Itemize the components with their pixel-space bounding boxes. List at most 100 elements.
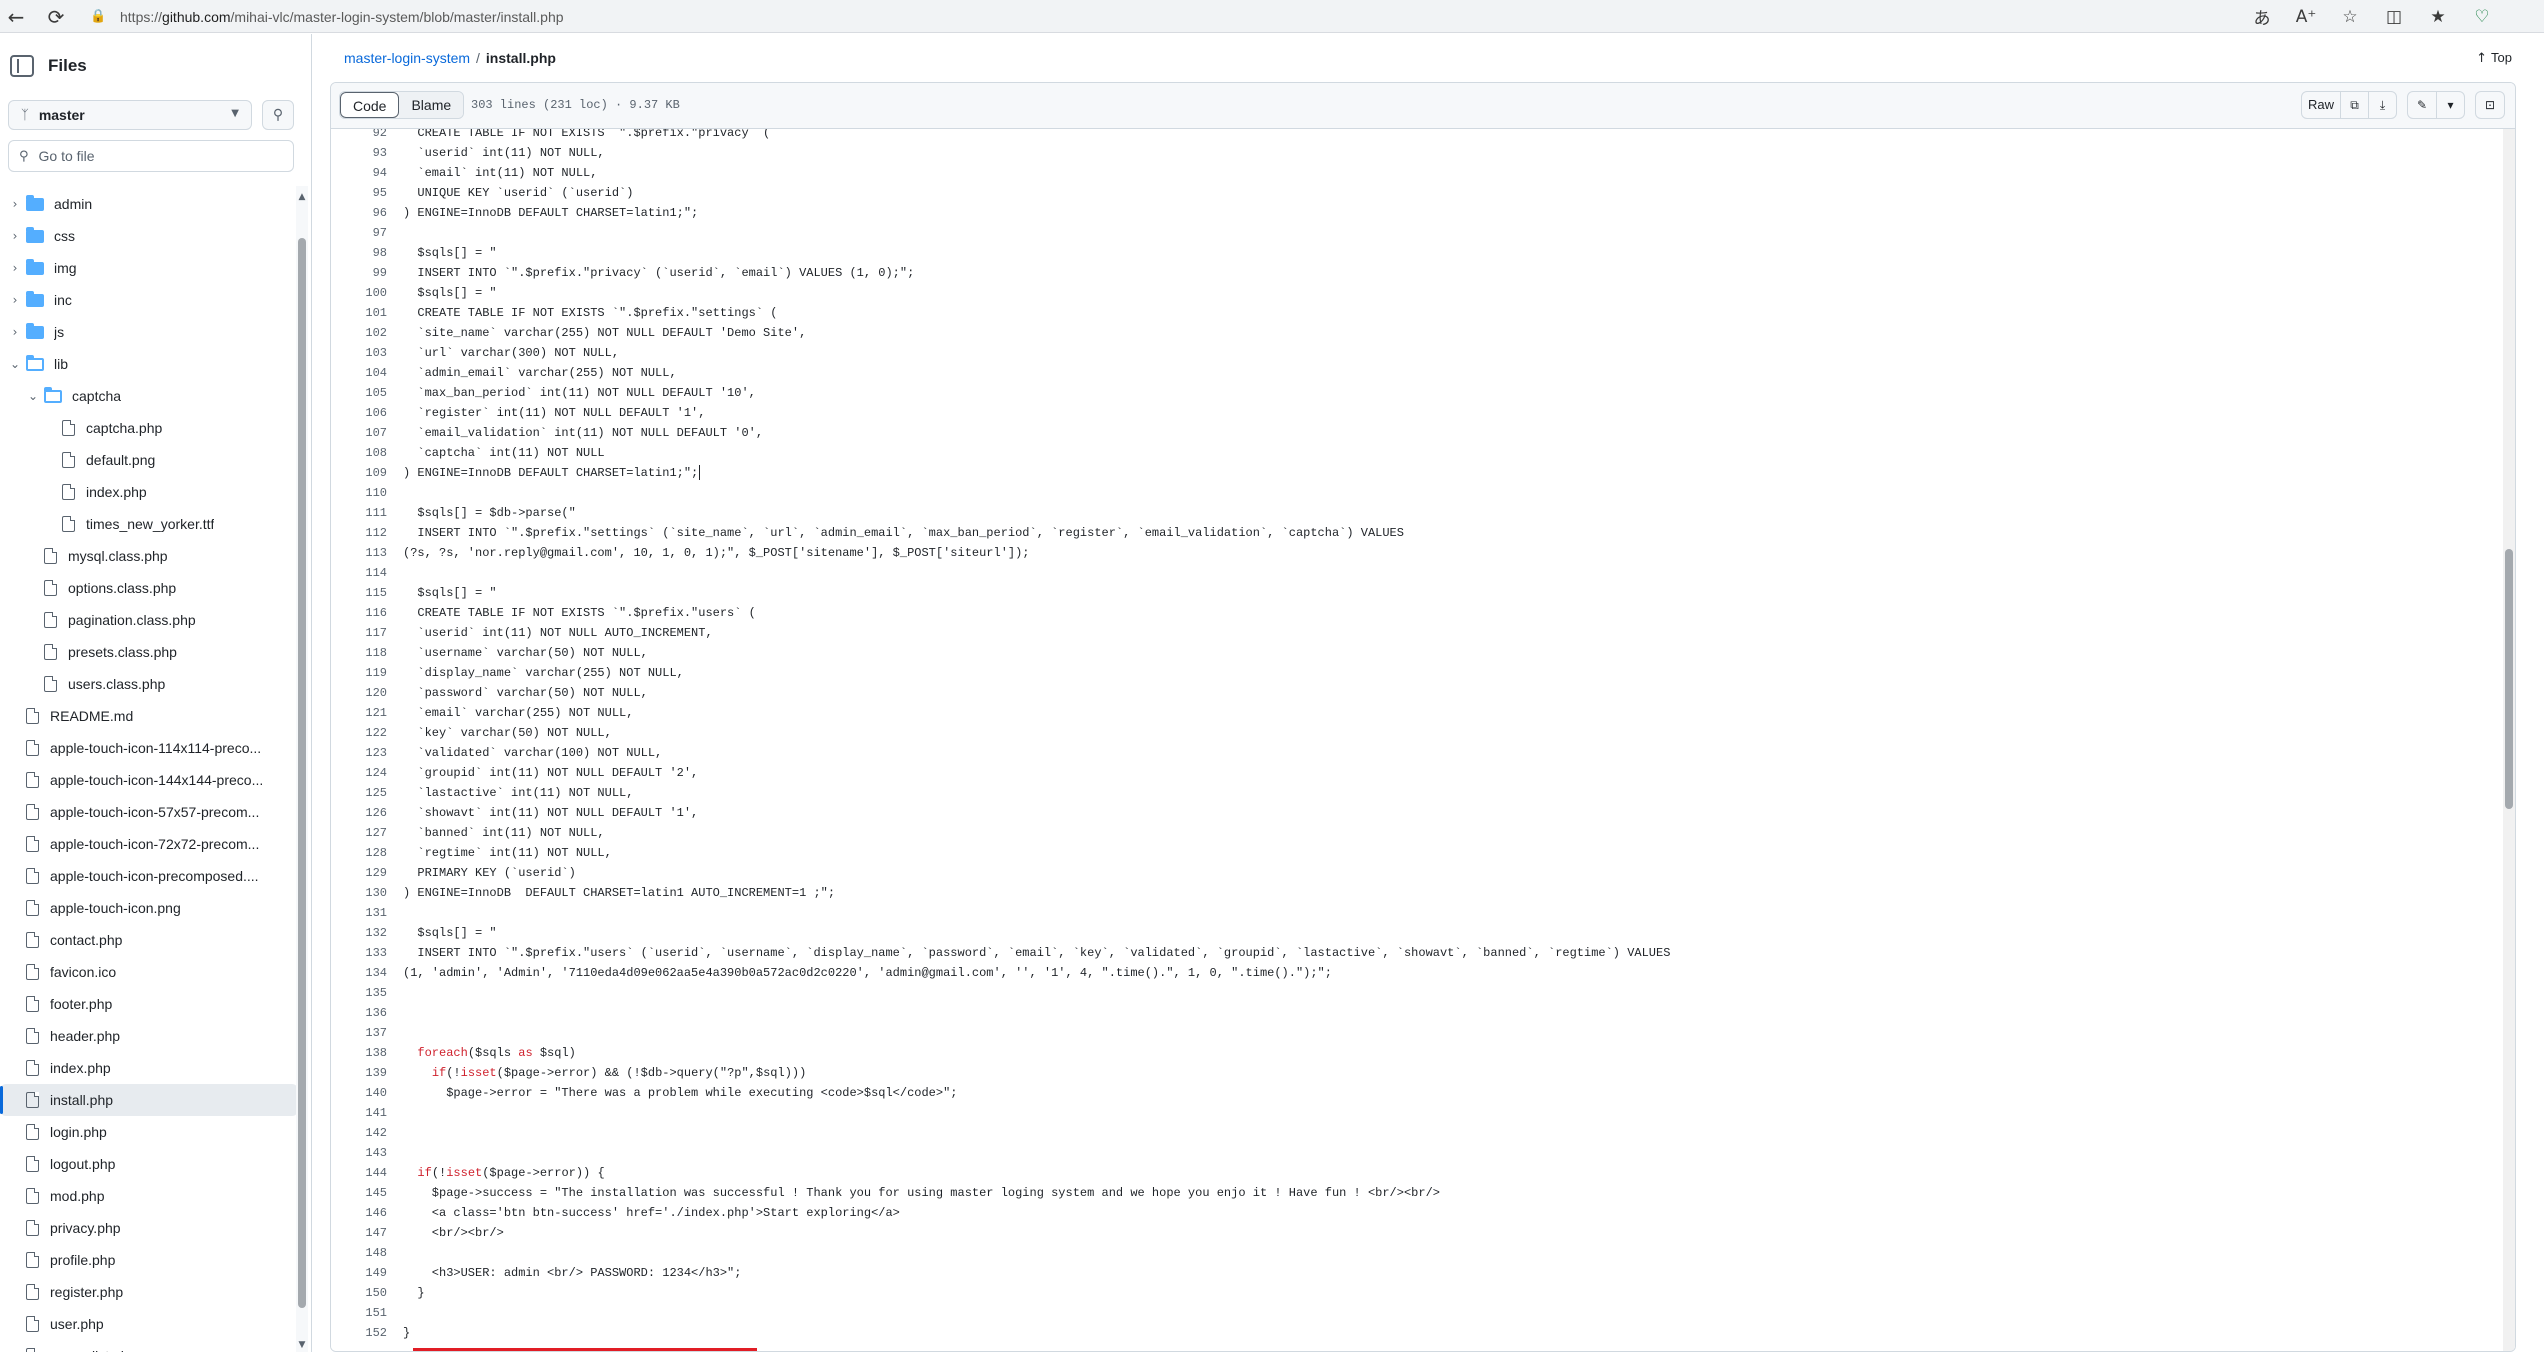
back-icon[interactable]: ← [0, 0, 32, 33]
line-number[interactable]: 100 [331, 283, 387, 303]
chevron-down-icon[interactable]: ⌄ [26, 389, 40, 403]
tree-folder[interactable]: › img [0, 252, 298, 284]
line-number[interactable]: 102 [331, 323, 387, 343]
code-scroll-thumb[interactable] [2505, 549, 2513, 809]
line-number[interactable]: 125 [331, 783, 387, 803]
tree-file[interactable]: mod.php [0, 1180, 298, 1212]
chevron-right-icon[interactable]: › [8, 197, 22, 211]
line-number[interactable]: 112 [331, 523, 387, 543]
scroll-up-icon[interactable]: ▲ [296, 192, 308, 202]
line-number[interactable]: 138 [331, 1043, 387, 1063]
line-number[interactable]: 106 [331, 403, 387, 423]
tree-folder[interactable]: › inc [0, 284, 298, 316]
line-number[interactable]: 104 [331, 363, 387, 383]
tree-file[interactable]: install.php [0, 1084, 298, 1116]
tree-file[interactable]: README.md [0, 700, 298, 732]
tree-folder[interactable]: › js [0, 316, 298, 348]
tree-file[interactable]: mysql.class.php [0, 540, 298, 572]
tree-file[interactable]: apple-touch-icon-114x114-preco... [0, 732, 298, 764]
back-to-top-link[interactable]: ↑ Top [2476, 50, 2512, 66]
tree-file[interactable]: apple-touch-icon-precomposed.... [0, 860, 298, 892]
line-number[interactable]: 111 [331, 503, 387, 523]
tree-file[interactable]: captcha.php [0, 412, 298, 444]
line-number[interactable]: 107 [331, 423, 387, 443]
line-number[interactable]: 120 [331, 683, 387, 703]
line-number[interactable]: 96 [331, 203, 387, 223]
line-number[interactable]: 128 [331, 843, 387, 863]
browser-essentials-icon[interactable]: ♡ [2460, 7, 2504, 27]
address-bar[interactable]: 🔒 https://github.com/mihai-vlc/master-lo… [90, 4, 2220, 29]
line-number[interactable]: 150 [331, 1283, 387, 1303]
tree-folder[interactable]: › css [0, 220, 298, 252]
tree-file[interactable]: default.png [0, 444, 298, 476]
line-number[interactable]: 126 [331, 803, 387, 823]
line-number[interactable]: 122 [331, 723, 387, 743]
line-number[interactable]: 148 [331, 1243, 387, 1263]
tree-file[interactable]: logout.php [0, 1148, 298, 1180]
copy-icon[interactable]: ⧉ [2340, 92, 2368, 118]
line-number[interactable]: 99 [331, 263, 387, 283]
tree-file[interactable]: login.php [0, 1116, 298, 1148]
tree-folder[interactable]: ⌄ lib [0, 348, 298, 380]
code-body[interactable]: 92 CREATE TABLE IF NOT EXISTS `".$prefix… [331, 129, 2515, 1351]
line-number[interactable]: 101 [331, 303, 387, 323]
reload-icon[interactable]: ⟳ [40, 0, 72, 33]
line-number[interactable]: 113 [331, 543, 387, 563]
chevron-down-icon[interactable]: ⌄ [8, 357, 22, 371]
line-number[interactable]: 123 [331, 743, 387, 763]
tree-file[interactable]: times_new_yorker.ttf [0, 508, 298, 540]
tree-file[interactable]: users_list.php [0, 1340, 298, 1352]
line-number[interactable]: 147 [331, 1223, 387, 1243]
sidebar-scrollbar[interactable]: ▲ ▼ [296, 186, 308, 1352]
line-number[interactable]: 117 [331, 623, 387, 643]
line-number[interactable]: 135 [331, 983, 387, 1003]
sidebar-scroll-thumb[interactable] [298, 238, 306, 1308]
translate-icon[interactable]: あ [2240, 4, 2284, 29]
tree-file[interactable]: header.php [0, 1020, 298, 1052]
line-number[interactable]: 129 [331, 863, 387, 883]
line-number[interactable]: 121 [331, 703, 387, 723]
line-number[interactable]: 114 [331, 563, 387, 583]
line-number[interactable]: 139 [331, 1063, 387, 1083]
tree-file[interactable]: index.php [0, 1052, 298, 1084]
line-number[interactable]: 132 [331, 923, 387, 943]
tree-file[interactable]: apple-touch-icon-57x57-precom... [0, 796, 298, 828]
raw-button[interactable]: Raw [2302, 92, 2340, 118]
line-number[interactable]: 103 [331, 343, 387, 363]
tree-file[interactable]: profile.php [0, 1244, 298, 1276]
tree-folder[interactable]: › admin [0, 188, 298, 220]
tree-file[interactable]: privacy.php [0, 1212, 298, 1244]
tree-file[interactable]: apple-touch-icon-72x72-precom... [0, 828, 298, 860]
line-number[interactable]: 110 [331, 483, 387, 503]
tree-file[interactable]: presets.class.php [0, 636, 298, 668]
edit-dropdown-icon[interactable]: ▾ [2436, 92, 2464, 118]
tree-file[interactable]: apple-touch-icon.png [0, 892, 298, 924]
line-number[interactable]: 145 [331, 1183, 387, 1203]
collapse-panel-icon[interactable] [10, 55, 34, 77]
line-number[interactable]: 127 [331, 823, 387, 843]
line-number[interactable]: 97 [331, 223, 387, 243]
line-number[interactable]: 108 [331, 443, 387, 463]
chevron-right-icon[interactable]: › [8, 261, 22, 275]
split-screen-icon[interactable]: ◫ [2372, 7, 2416, 27]
download-icon[interactable]: ⤓ [2368, 92, 2396, 118]
search-files-button[interactable]: ⚲ [262, 100, 294, 130]
line-number[interactable]: 141 [331, 1103, 387, 1123]
line-number[interactable]: 115 [331, 583, 387, 603]
tree-file[interactable]: apple-touch-icon-144x144-preco... [0, 764, 298, 796]
tree-file[interactable]: pagination.class.php [0, 604, 298, 636]
tree-file[interactable]: users.class.php [0, 668, 298, 700]
line-number[interactable]: 98 [331, 243, 387, 263]
tab-blame[interactable]: Blame [399, 92, 464, 118]
scroll-down-icon[interactable]: ▼ [296, 1340, 308, 1350]
tree-file[interactable]: favicon.ico [0, 956, 298, 988]
breadcrumb-repo-link[interactable]: master-login-system [344, 50, 470, 66]
line-number[interactable]: 137 [331, 1023, 387, 1043]
line-number[interactable]: 105 [331, 383, 387, 403]
line-number[interactable]: 151 [331, 1303, 387, 1323]
chevron-right-icon[interactable]: › [8, 325, 22, 339]
tree-file[interactable]: register.php [0, 1276, 298, 1308]
tree-file[interactable]: contact.php [0, 924, 298, 956]
line-number[interactable]: 131 [331, 903, 387, 923]
line-number[interactable]: 119 [331, 663, 387, 683]
